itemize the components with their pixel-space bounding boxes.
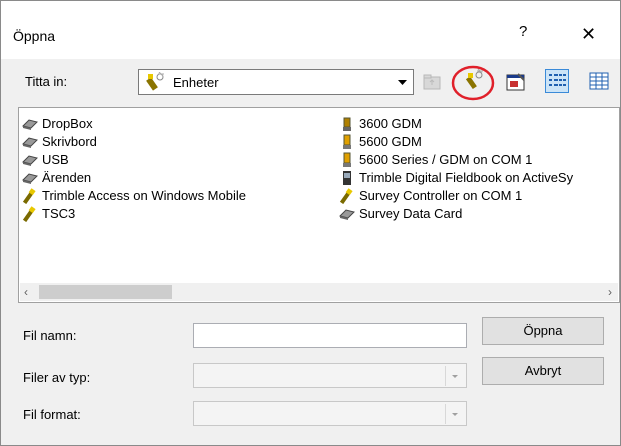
list-item-label: 3600 GDM bbox=[359, 116, 422, 131]
details-view-icon[interactable] bbox=[587, 69, 611, 93]
filename-label: Fil namn: bbox=[23, 328, 77, 343]
list-item-label: 5600 GDM bbox=[359, 134, 422, 149]
dialog-title: Öppna bbox=[13, 28, 56, 44]
list-item-label: TSC3 bbox=[42, 206, 76, 221]
scroll-right-icon[interactable]: › bbox=[608, 285, 612, 299]
filename-field[interactable] bbox=[193, 323, 467, 348]
horizontal-scrollbar[interactable]: ‹ › bbox=[20, 283, 618, 301]
list-item[interactable]: Trimble Access on Windows Mobile bbox=[22, 187, 246, 205]
list-item[interactable]: TSC3 bbox=[22, 205, 246, 223]
fileformat-select[interactable] bbox=[193, 401, 467, 426]
scrollbar-thumb[interactable] bbox=[39, 285, 172, 299]
list-column-1: DropBox Skrivbord USB Ärenden Trimble Ac… bbox=[22, 115, 246, 223]
list-view-icon[interactable] bbox=[545, 69, 569, 93]
list-item-label: Trimble Access on Windows Mobile bbox=[42, 188, 246, 203]
handheld-icon bbox=[339, 170, 355, 186]
open-button[interactable]: Öppna bbox=[482, 317, 604, 345]
controller-icon bbox=[339, 188, 355, 205]
chevron-down-icon[interactable] bbox=[445, 366, 464, 386]
open-dialog: Öppna ? ✕ Titta in: Enheter DropBox Skri… bbox=[0, 0, 621, 446]
list-item[interactable]: Skrivbord bbox=[22, 133, 246, 151]
highlight-circle bbox=[450, 63, 496, 106]
drive-icon bbox=[22, 170, 38, 186]
list-column-2: 3600 GDM 5600 GDM 5600 Series / GDM on C… bbox=[339, 115, 573, 223]
list-item[interactable]: Survey Controller on COM 1 bbox=[339, 187, 573, 205]
total-station-icon bbox=[339, 134, 355, 150]
chevron-down-icon[interactable] bbox=[445, 404, 464, 424]
list-item-label: 5600 Series / GDM on COM 1 bbox=[359, 152, 533, 167]
list-item[interactable]: Survey Data Card bbox=[339, 205, 573, 223]
list-item[interactable]: USB bbox=[22, 151, 246, 169]
total-station-icon bbox=[339, 116, 355, 132]
drive-icon bbox=[22, 134, 38, 150]
list-item[interactable]: 3600 GDM bbox=[339, 115, 573, 133]
chevron-down-icon[interactable] bbox=[393, 72, 411, 92]
cancel-button[interactable]: Avbryt bbox=[482, 357, 604, 385]
look-in-label: Titta in: bbox=[25, 74, 68, 89]
list-item-label: Ärenden bbox=[42, 170, 92, 185]
total-station-icon bbox=[339, 152, 355, 168]
up-folder-icon[interactable] bbox=[420, 70, 444, 94]
list-item[interactable]: DropBox bbox=[22, 115, 246, 133]
list-item-label: USB bbox=[42, 152, 69, 167]
list-item[interactable]: Trimble Digital Fieldbook on ActiveSy bbox=[339, 169, 573, 187]
controller-icon bbox=[22, 206, 38, 223]
properties-icon[interactable] bbox=[504, 70, 528, 94]
drive-icon bbox=[339, 206, 355, 222]
scroll-left-icon[interactable]: ‹ bbox=[24, 285, 28, 299]
list-item-label: Skrivbord bbox=[42, 134, 97, 149]
list-item-label: DropBox bbox=[42, 116, 93, 131]
devices-icon bbox=[145, 71, 167, 95]
list-item-label: Trimble Digital Fieldbook on ActiveSy bbox=[359, 170, 574, 185]
list-item[interactable]: 5600 Series / GDM on COM 1 bbox=[339, 151, 573, 169]
filetype-select[interactable] bbox=[193, 363, 467, 388]
list-item-label: Survey Data Card bbox=[359, 206, 463, 221]
title-bar: Öppna ? ✕ bbox=[1, 1, 620, 59]
list-item[interactable]: 5600 GDM bbox=[339, 133, 573, 151]
look-in-value: Enheter bbox=[173, 75, 219, 90]
list-item-label: Survey Controller on COM 1 bbox=[359, 188, 523, 203]
drive-icon bbox=[22, 152, 38, 168]
controller-icon bbox=[22, 188, 38, 205]
list-item[interactable]: Ärenden bbox=[22, 169, 246, 187]
help-button[interactable]: ? bbox=[519, 23, 527, 40]
close-button[interactable]: ✕ bbox=[581, 24, 596, 45]
filetype-label: Filer av typ: bbox=[23, 370, 91, 385]
file-list[interactable]: DropBox Skrivbord USB Ärenden Trimble Ac… bbox=[18, 107, 620, 303]
fileformat-label: Fil format: bbox=[23, 407, 81, 422]
look-in-combo[interactable]: Enheter bbox=[138, 69, 414, 95]
drive-icon bbox=[22, 116, 38, 132]
